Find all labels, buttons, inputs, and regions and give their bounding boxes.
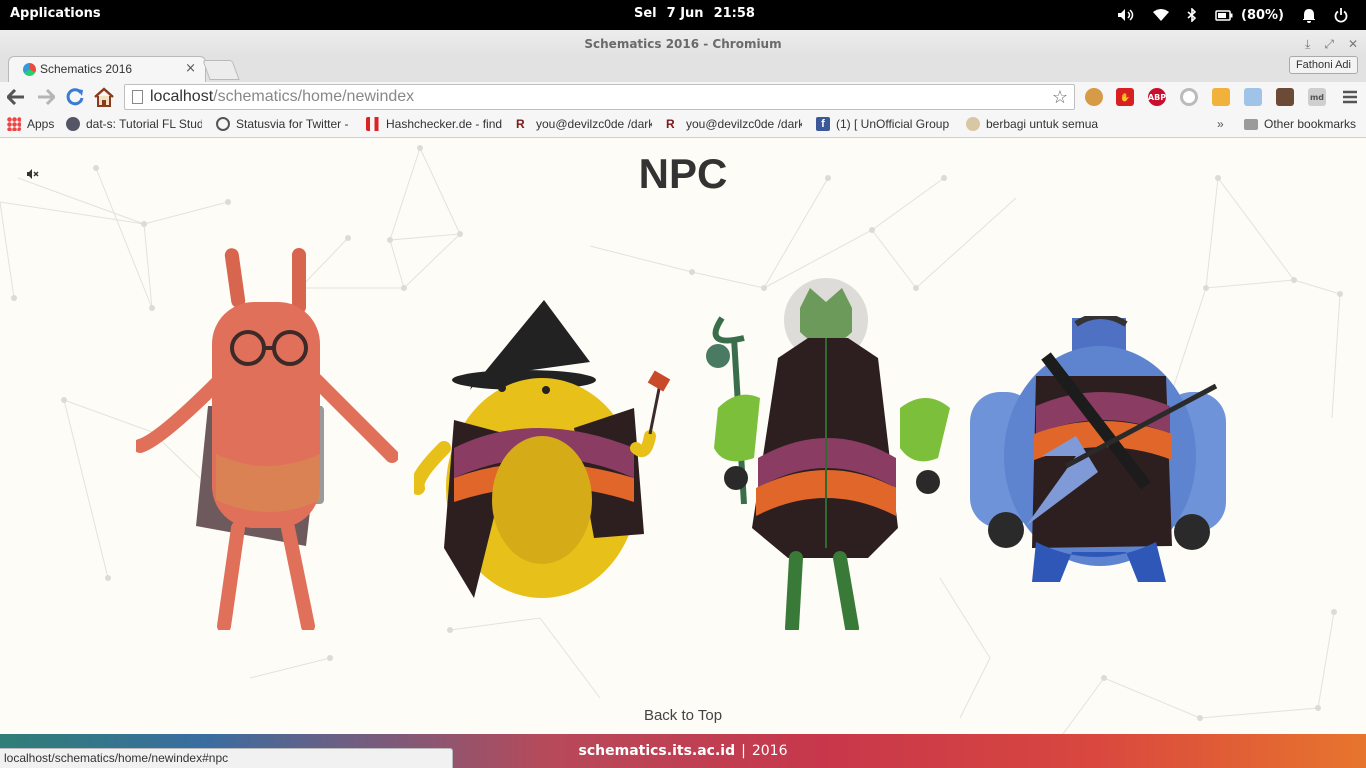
system-tray: (80%): [1117, 0, 1366, 30]
bookmark-favicon-icon: R: [666, 117, 675, 131]
system-top-bar: Applications Sel 7 Jun 21:58 (80%): [0, 0, 1366, 30]
window-title-bar: Schematics 2016 - Chromium ⤓ ⤢ ✕: [0, 30, 1366, 56]
bookmark-favicon-icon: [66, 117, 80, 131]
md-icon[interactable]: md: [1308, 88, 1326, 106]
new-tab-button[interactable]: [202, 60, 240, 80]
bookmark-label: Apps: [27, 117, 55, 131]
abp-icon[interactable]: ABP: [1148, 88, 1166, 106]
bookmark-label: Statusvia for Twitter -: [236, 117, 349, 131]
bookmarks-overflow-button[interactable]: »: [1217, 117, 1224, 131]
bookmark-label: berbagi untuk semua: [986, 117, 1099, 131]
clock-day: Sel: [634, 6, 657, 21]
bookmark-label: you@devilzc0de /dark: [536, 117, 652, 131]
chrome-menu-icon[interactable]: [1339, 86, 1361, 108]
tab-title: Schematics 2016: [40, 62, 133, 76]
battery-indicator[interactable]: (80%): [1215, 8, 1284, 23]
circle-icon[interactable]: [1180, 88, 1198, 106]
bookmark-star-icon[interactable]: ☆: [1052, 85, 1068, 109]
stop-icon[interactable]: ✋: [1116, 88, 1134, 106]
npc-heading: NPC: [638, 150, 728, 197]
forward-button[interactable]: [35, 86, 57, 108]
rss-icon[interactable]: [1212, 88, 1230, 106]
bookmark-favicon-icon: R: [516, 117, 525, 131]
clock-date: 7 Jun: [666, 6, 704, 21]
profile-button[interactable]: Fathoni Adi: [1288, 56, 1358, 74]
url-path: /schematics/home/newindex: [213, 88, 415, 105]
bookmark-favicon-icon: [366, 117, 380, 131]
cloud-icon[interactable]: [1244, 88, 1262, 106]
tab-close-icon[interactable]: ×: [185, 61, 196, 76]
other-bookmarks[interactable]: Other bookmarks: [1244, 117, 1356, 131]
footer-site[interactable]: schematics.its.ac.id: [579, 743, 736, 759]
bookmark-label: (1) [ UnOfficial Group: [836, 117, 950, 131]
footer-year: 2016: [751, 743, 788, 759]
bookmark-label: you@devilzc0de /dark: [686, 117, 802, 131]
bookmark-5[interactable]: Ryou@devilzc0de /dark: [666, 117, 802, 131]
minimize-icon[interactable]: ⤓: [1305, 30, 1310, 58]
bookmark-7[interactable]: berbagi untuk semua: [966, 117, 1102, 131]
skull-icon: [966, 117, 980, 131]
close-window-icon[interactable]: ✕: [1348, 30, 1358, 58]
browser-toolbar: localhost/schematics/home/newindex ☆ ✋ A…: [0, 82, 1366, 112]
page-icon: [132, 90, 143, 104]
back-to-top-link[interactable]: Back to Top: [0, 707, 1366, 724]
bookmarks-bar: Apps dat-s: Tutorial FL Stud Statusvia f…: [0, 112, 1366, 138]
back-button[interactable]: [5, 86, 27, 108]
bookmark-1[interactable]: dat-s: Tutorial FL Stud: [66, 117, 202, 131]
tab-schematics[interactable]: Schematics 2016 ×: [8, 56, 206, 82]
bluetooth-icon[interactable]: [1187, 8, 1197, 22]
bookmark-label: Other bookmarks: [1264, 117, 1357, 131]
maximize-icon[interactable]: ⤢: [1324, 30, 1334, 58]
bookmark-3[interactable]: Hashchecker.de - find: [366, 117, 502, 131]
bookmark-4[interactable]: Ryou@devilzc0de /dark: [516, 117, 652, 131]
bookmark-apps[interactable]: Apps: [7, 117, 54, 131]
wifi-icon[interactable]: [1153, 9, 1169, 21]
npc-blue-guitarist[interactable]: [966, 316, 1230, 590]
npc-green-alien[interactable]: [688, 278, 952, 630]
apps-grid-icon: [7, 117, 21, 131]
facebook-icon: f: [816, 117, 830, 131]
tab-strip: Schematics 2016 × Fathoni Adi: [0, 56, 1366, 82]
notification-bell-icon[interactable]: [1302, 8, 1316, 23]
npc-orange-character[interactable]: [136, 246, 398, 630]
bookmark-favicon-icon: [216, 117, 230, 131]
bookmark-2[interactable]: Statusvia for Twitter -: [216, 117, 352, 131]
applications-menu[interactable]: Applications: [10, 6, 101, 21]
clock-time: 21:58: [713, 6, 755, 21]
instagram-icon[interactable]: [1276, 88, 1294, 106]
address-bar[interactable]: localhost/schematics/home/newindex ☆: [124, 84, 1075, 110]
status-bubble: localhost/schematics/home/newindex#npc: [0, 748, 453, 768]
footer-separator: |: [741, 743, 746, 759]
home-button[interactable]: [93, 86, 115, 108]
bookmark-label: dat-s: Tutorial FL Stud: [86, 117, 202, 131]
battery-percent: (80%): [1241, 7, 1284, 23]
reload-button[interactable]: [64, 86, 86, 108]
favicon-icon: [23, 63, 36, 76]
bookmark-6[interactable]: f (1) [ UnOfficial Group: [816, 117, 952, 131]
cookie-icon[interactable]: [1085, 88, 1103, 106]
window-title: Schematics 2016 - Chromium: [584, 37, 782, 51]
url-text: localhost/schematics/home/newindex: [150, 85, 414, 109]
volume-icon[interactable]: [1117, 8, 1135, 22]
npc-yellow-wizard[interactable]: [414, 298, 676, 610]
clock[interactable]: Sel 7 Jun 21:58: [634, 6, 765, 21]
power-icon[interactable]: [1334, 7, 1348, 23]
url-host: localhost: [150, 88, 214, 105]
web-page: NPC Back to Top schematics.its.ac.id | 2…: [0, 138, 1366, 768]
bookmark-label: Hashchecker.de - find: [386, 117, 502, 131]
folder-icon: [1244, 118, 1258, 130]
